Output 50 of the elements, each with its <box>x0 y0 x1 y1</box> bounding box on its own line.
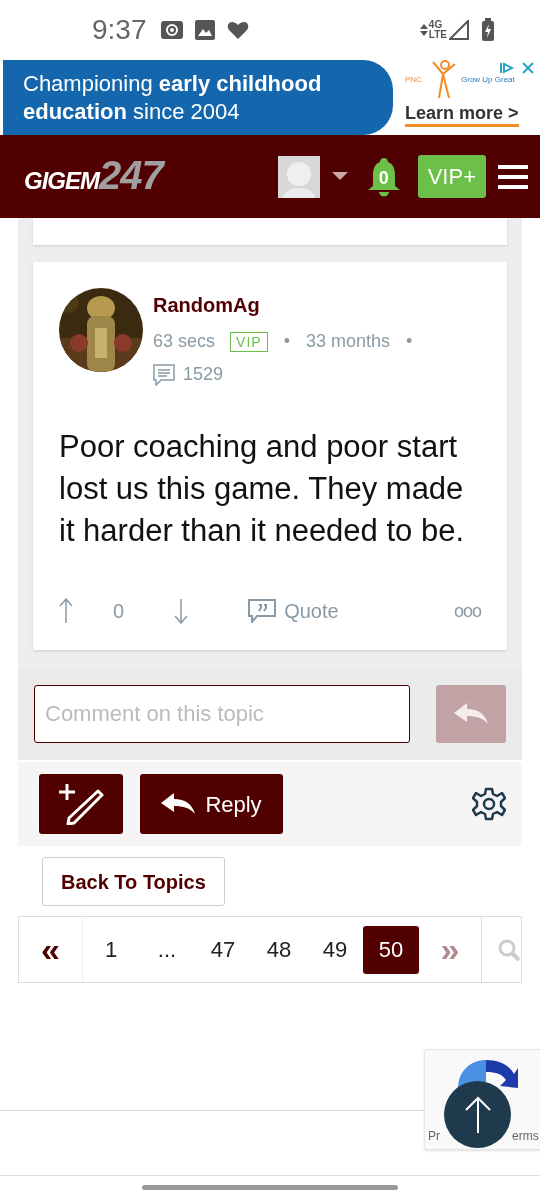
upvote-icon[interactable] <box>59 598 73 624</box>
learn-more-link[interactable]: Learn more > <box>405 102 519 127</box>
user-avatar[interactable] <box>277 155 320 198</box>
clock: 9:37 <box>92 13 147 47</box>
reply-button[interactable]: Reply <box>140 774 283 834</box>
page-button[interactable]: 49 <box>307 925 363 974</box>
vip-badge: VIP <box>230 331 268 352</box>
comment-icon <box>153 363 175 386</box>
quote-icon <box>248 599 277 623</box>
separator-dot: • <box>283 330 290 353</box>
menu-icon[interactable] <box>498 163 528 190</box>
network-label: 4G <box>428 20 444 30</box>
back-to-topics-button[interactable]: Back To Topics <box>42 857 225 906</box>
add-edit-icon <box>58 783 104 825</box>
ad-brand: PNC <box>405 74 422 86</box>
vote-score: 0 <box>113 599 125 624</box>
member-tenure: 33 months <box>305 330 390 353</box>
page-button[interactable]: 1 <box>83 925 139 974</box>
page-button[interactable]: 48 <box>251 925 307 974</box>
settings-icon[interactable] <box>472 787 506 821</box>
page-button[interactable]: 50 <box>363 925 419 974</box>
ad-tagline: Grow Up Great <box>461 74 515 86</box>
dropdown-caret-icon[interactable] <box>331 171 348 182</box>
recaptcha-terms-text[interactable]: Pr <box>428 1127 440 1145</box>
first-page-button[interactable]: « <box>19 917 83 982</box>
close-icon[interactable] <box>522 62 534 74</box>
post-body: Poor coaching and poor start lost us this game. They made it harder than it needed to be. <box>59 428 465 550</box>
ad-headline: Championing early childhood education since 2004 <box>23 69 323 126</box>
ad-choices-icon[interactable] <box>499 62 515 74</box>
post-time: 63 secs <box>153 330 216 353</box>
network-label: LTE <box>428 30 447 40</box>
camera-icon <box>160 21 183 39</box>
separator-dot: • <box>406 330 413 353</box>
image-icon <box>194 20 215 40</box>
comment-input[interactable]: Comment on this topic <box>34 685 410 743</box>
new-topic-button[interactable] <box>39 774 123 834</box>
reply-arrow-icon <box>454 703 488 725</box>
battery-icon <box>481 18 495 42</box>
post-count: 1529 <box>183 363 224 386</box>
reply-arrow-icon <box>161 793 196 815</box>
author-name[interactable]: RandomAg <box>153 290 413 320</box>
heart-icon <box>226 20 249 40</box>
signal-icon <box>449 20 469 40</box>
downvote-icon[interactable] <box>174 598 189 624</box>
recaptcha-terms-text[interactable]: erms <box>512 1127 539 1145</box>
page-button[interactable]: 47 <box>195 925 251 974</box>
ad-banner[interactable]: Championing early childhood education since 2004 <box>3 60 393 135</box>
arrow-up-icon <box>463 1095 492 1134</box>
page-button[interactable]: ... <box>139 925 195 974</box>
data-arrows-icon <box>419 23 428 37</box>
